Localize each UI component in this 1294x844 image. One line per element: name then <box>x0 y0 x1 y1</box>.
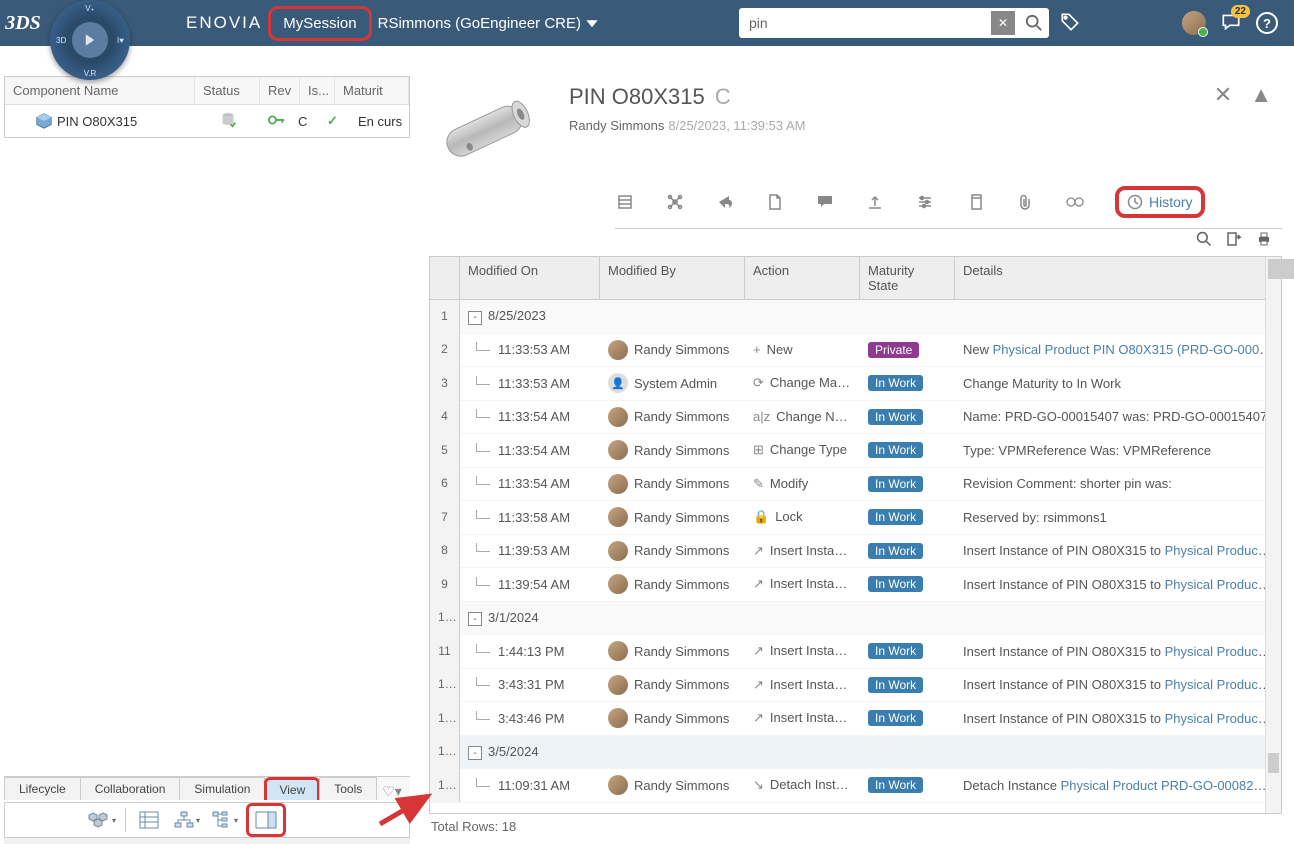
search-box: ✕ <box>739 8 1049 38</box>
search-input[interactable] <box>739 15 991 31</box>
table-search-icon[interactable] <box>1196 231 1212 250</box>
h-scrollbar[interactable] <box>4 838 410 844</box>
comment-icon[interactable] <box>815 192 835 212</box>
tab-tools[interactable]: Tools <box>319 777 377 800</box>
properties-icon[interactable] <box>615 192 635 212</box>
tree-header: Component Name Status Rev Is... Maturit <box>5 77 409 105</box>
col-maturity[interactable]: Maturit <box>335 77 409 104</box>
export-icon[interactable] <box>1226 231 1242 250</box>
tag-icon <box>1059 11 1081 33</box>
history-row[interactable]: 8 11:39:53 AM Randy Simmons ↗Insert Inst… <box>430 535 1281 569</box>
history-row[interactable]: 11 1:44:13 PM Randy Simmons ↗Insert Inst… <box>430 635 1281 669</box>
col-maturity-state[interactable]: Maturity State <box>860 257 955 299</box>
tree-item-label: PIN O80X315 <box>57 114 137 129</box>
date-group-row[interactable]: 1-8/25/2023 <box>430 300 1281 334</box>
copy-icon[interactable] <box>965 192 985 212</box>
part-thumbnail <box>429 84 549 174</box>
collapse-button[interactable]: ▲ <box>1250 82 1272 108</box>
col-name[interactable]: Component Name <box>5 77 195 104</box>
col-details[interactable]: Details <box>955 257 1281 299</box>
key-icon <box>268 113 286 127</box>
search-clear-button[interactable]: ✕ <box>991 11 1015 35</box>
search-button[interactable] <box>1019 8 1049 38</box>
help-button[interactable]: ? <box>1256 12 1278 34</box>
col-is[interactable]: Is... <box>300 77 335 104</box>
db-icon <box>219 111 237 129</box>
ds-logo[interactable]: 3DS <box>0 0 46 46</box>
tool-cubes[interactable] <box>85 806 119 834</box>
tab-view[interactable]: View <box>264 777 320 800</box>
history-row[interactable]: 4 11:33:54 AM Randy Simmons a|zChange Na… <box>430 401 1281 435</box>
history-row[interactable]: 9 11:39:54 AM Randy Simmons ↗Insert Inst… <box>430 568 1281 602</box>
version-icon[interactable] <box>1065 192 1085 212</box>
history-row[interactable]: 13 3:43:46 PM Randy Simmons ↗Insert Inst… <box>430 702 1281 736</box>
user-avatar[interactable] <box>1182 11 1206 35</box>
v-scrollbar[interactable] <box>1265 257 1281 813</box>
clock-icon <box>1127 194 1143 210</box>
detail-action-bar: History <box>615 186 1282 229</box>
my-session-button[interactable]: MySession <box>268 6 371 41</box>
history-row[interactable]: 12 3:43:31 PM Randy Simmons ↗Insert Inst… <box>430 669 1281 703</box>
detail-panel: PIN O80X315 C Randy Simmons8/25/2023, 11… <box>415 76 1282 838</box>
tag-button[interactable] <box>1059 11 1081 36</box>
settings-icon[interactable] <box>915 192 935 212</box>
rev-value: C <box>290 114 315 129</box>
total-rows-label: Total Rows: 18 <box>431 819 516 834</box>
chevron-down-icon <box>585 16 599 30</box>
document-icon[interactable] <box>765 192 785 212</box>
tab-collaboration[interactable]: Collaboration <box>80 777 181 800</box>
col-modified-by[interactable]: Modified By <box>600 257 745 299</box>
share-icon[interactable] <box>715 192 735 212</box>
date-group-row[interactable]: 10-3/1/2024 <box>430 602 1281 636</box>
component-tree-panel: Component Name Status Rev Is... Maturit … <box>4 76 410 138</box>
tab-simulation[interactable]: Simulation <box>179 777 265 800</box>
notification-count: 22 <box>1231 5 1250 18</box>
bottom-toolbar <box>4 802 410 838</box>
col-action[interactable]: Action <box>745 257 860 299</box>
print-icon[interactable] <box>1256 231 1272 250</box>
date-group-row[interactable]: 14-3/5/2024 <box>430 736 1281 770</box>
tree-row[interactable]: PIN O80X315 C ✓ En curs <box>5 105 409 137</box>
history-table: Modified On Modified By Action Maturity … <box>429 256 1282 814</box>
compass-widget[interactable]: V₊3DI♥V.R <box>50 0 130 80</box>
bottom-tab-bar: Lifecycle Collaboration Simulation View … <box>4 776 410 800</box>
tool-detail-panel[interactable] <box>246 803 286 837</box>
user-context-dropdown[interactable]: RSimmons (GoEngineer CRE) <box>378 15 599 32</box>
tab-lifecycle[interactable]: Lifecycle <box>4 777 81 800</box>
detail-title: PIN O80X315 C <box>569 84 805 110</box>
col-status[interactable]: Status <box>195 77 260 104</box>
attachment-icon[interactable] <box>1015 192 1035 212</box>
close-button[interactable]: ✕ <box>1214 82 1232 108</box>
tool-hierarchy[interactable] <box>170 806 204 834</box>
upload-icon[interactable] <box>865 192 885 212</box>
history-row[interactable]: 3 11:33:53 AM 👤System Admin ⟳Change Matu… <box>430 367 1281 401</box>
history-row[interactable]: 2 11:33:53 AM Randy Simmons +New Private… <box>430 334 1281 368</box>
favorite-icon[interactable]: ♡▾ <box>382 783 402 800</box>
history-row[interactable]: 7 11:33:58 AM Randy Simmons 🔒Lock In Wor… <box>430 501 1281 535</box>
check-icon: ✓ <box>327 113 338 128</box>
history-table-header: Modified On Modified By Action Maturity … <box>430 257 1281 300</box>
detail-meta: Randy Simmons8/25/2023, 11:39:53 AM <box>569 118 805 133</box>
notifications-button[interactable]: 22 <box>1220 11 1242 36</box>
history-row[interactable]: 15 11:09:31 AM Randy Simmons ↘Detach Ins… <box>430 769 1281 803</box>
tool-tree[interactable] <box>208 806 242 834</box>
brand-label: ENOVIA <box>186 13 262 33</box>
top-bar: 3DS V₊3DI♥V.R ENOVIA MySession RSimmons … <box>0 0 1294 46</box>
col-modified-on[interactable]: Modified On <box>460 257 600 299</box>
search-icon <box>1025 14 1043 32</box>
history-tab[interactable]: History <box>1115 186 1205 218</box>
history-row[interactable]: 6 11:33:54 AM Randy Simmons ✎Modify In W… <box>430 468 1281 502</box>
maturity-value: En curs <box>350 114 409 129</box>
relations-icon[interactable] <box>665 192 685 212</box>
col-rev[interactable]: Rev <box>260 77 300 104</box>
history-row[interactable]: 5 11:33:54 AM Randy Simmons ⊞Change Type… <box>430 434 1281 468</box>
tool-list[interactable] <box>132 806 166 834</box>
part-icon <box>35 112 53 130</box>
